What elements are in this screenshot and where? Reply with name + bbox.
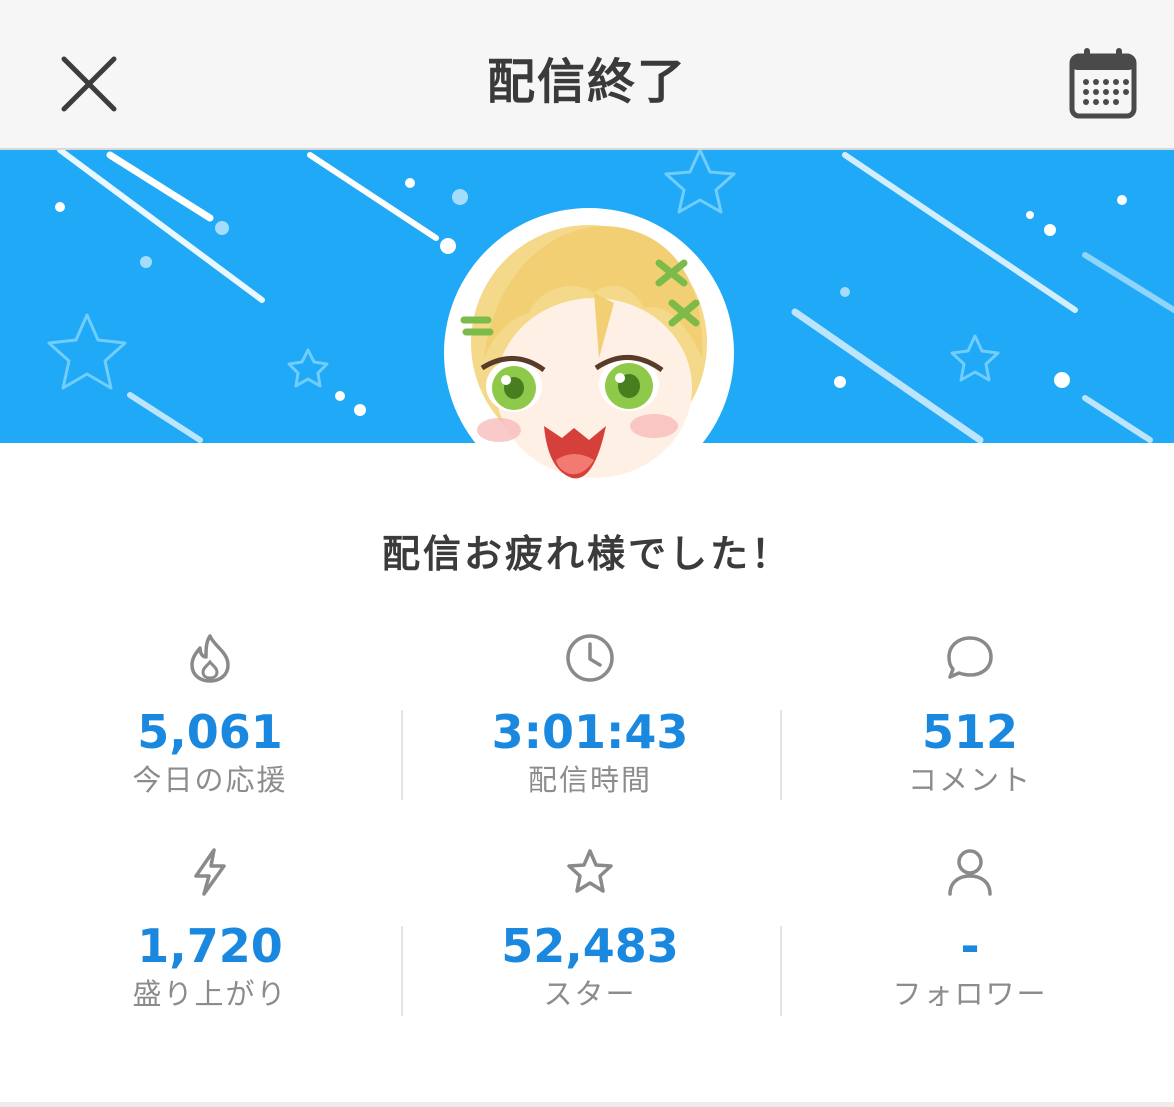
fire-icon bbox=[190, 634, 230, 683]
farewell-message: 配信お疲れ様でした！ bbox=[381, 532, 792, 576]
calendar-icon bbox=[1069, 48, 1137, 119]
stat-value: 3:01:43 bbox=[491, 705, 689, 759]
stat-divider bbox=[401, 710, 403, 800]
avatar bbox=[444, 208, 734, 498]
lightning-icon bbox=[194, 848, 226, 896]
calendar-button[interactable] bbox=[1064, 44, 1142, 122]
stat-comments: 512 コメント bbox=[780, 632, 1160, 800]
stat-label: 配信時間 bbox=[527, 763, 652, 797]
stat-label: 今日の応援 bbox=[132, 763, 288, 797]
stat-value: 1,720 bbox=[137, 919, 283, 973]
header-bar: 配信終了 bbox=[0, 0, 1174, 150]
stat-label: スター bbox=[543, 977, 637, 1011]
stat-stars: 52,483 スター bbox=[400, 846, 780, 1014]
stat-value: - bbox=[960, 919, 980, 973]
stat-duration: 3:01:43 配信時間 bbox=[400, 632, 780, 800]
page-title: 配信終了 bbox=[486, 54, 687, 110]
stat-value: 512 bbox=[921, 705, 1019, 759]
stat-value: 5,061 bbox=[137, 705, 283, 759]
stat-support: 5,061 今日の応援 bbox=[20, 632, 400, 800]
person-icon bbox=[948, 849, 992, 896]
stat-label: 盛り上がり bbox=[132, 977, 288, 1011]
bottom-divider bbox=[0, 1102, 1174, 1107]
clock-icon bbox=[566, 634, 614, 682]
stat-label: フォロワー bbox=[892, 977, 1048, 1011]
stat-excitement: 1,720 盛り上がり bbox=[20, 846, 400, 1014]
stat-divider bbox=[780, 926, 782, 1016]
star-icon bbox=[567, 849, 613, 893]
comment-icon bbox=[947, 636, 993, 679]
stat-followers: - フォロワー bbox=[780, 846, 1160, 1014]
stat-divider bbox=[780, 710, 782, 800]
stat-divider bbox=[401, 926, 403, 1016]
avatar-image bbox=[449, 213, 729, 493]
stat-value: 52,483 bbox=[501, 919, 679, 973]
stat-label: コメント bbox=[907, 763, 1032, 797]
